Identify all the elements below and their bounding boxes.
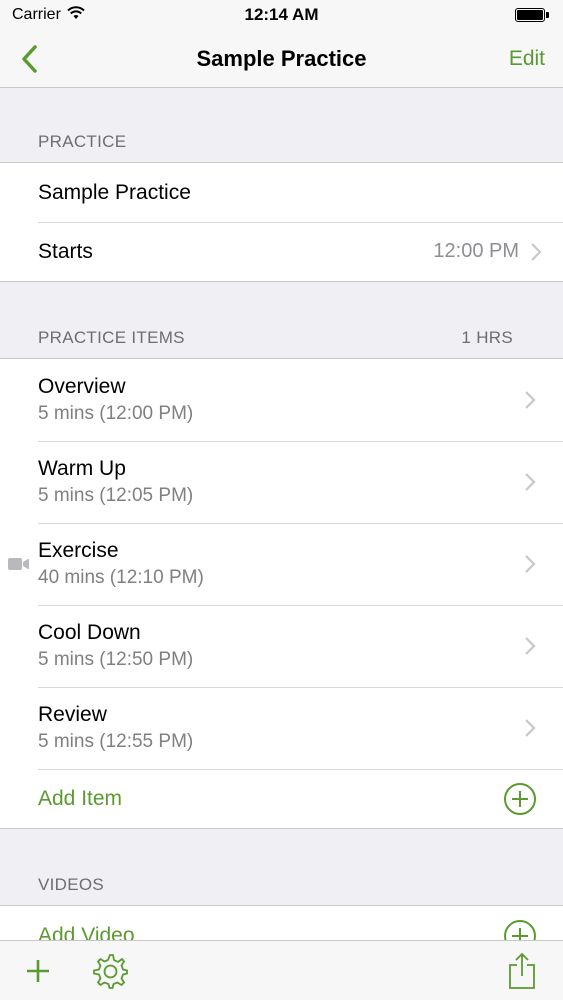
chevron-right-icon [525,719,536,737]
starts-row[interactable]: Starts 12:00 PM [0,222,563,281]
carrier-label: Carrier [12,6,61,23]
practice-item-title: Review [38,703,107,726]
settings-button[interactable] [90,951,130,991]
practice-item-text: Exercise 40 mins (12:10 PM) [38,539,204,589]
status-bar: Carrier 12:14 AM [0,0,563,30]
share-button[interactable] [502,951,542,991]
practice-item-text: Review 5 mins (12:55 PM) [38,703,193,753]
practice-item-detail: 5 mins (12:50 PM) [38,649,194,670]
chevron-right-icon [531,242,542,261]
section-header-practice: PRACTICE [0,88,563,162]
video-camera-icon [8,558,29,570]
practice-item-row[interactable]: Exercise 40 mins (12:10 PM) [0,523,563,605]
practice-item-title: Exercise [38,539,119,562]
practice-item-detail: 5 mins (12:00 PM) [38,403,194,424]
add-item-row[interactable]: Add Item [0,769,563,828]
practice-item-row[interactable]: Cool Down 5 mins (12:50 PM) [0,605,563,687]
back-chevron-icon [22,45,37,73]
practice-item-title: Overview [38,375,126,398]
practice-name-row[interactable]: Sample Practice [0,163,563,222]
page-title: Sample Practice [196,45,367,71]
section-header-label: VIDEOS [38,875,105,894]
chevron-right-icon [525,391,536,409]
practice-item-title: Warm Up [38,457,126,480]
gear-icon [93,954,128,989]
practice-item-row[interactable]: Warm Up 5 mins (12:05 PM) [0,441,563,523]
practice-item-row[interactable]: Review 5 mins (12:55 PM) [0,687,563,769]
practice-item-title: Cool Down [38,621,141,644]
practice-total-duration: 1 HRS [461,328,513,347]
content: PRACTICE Sample Practice Starts 12:00 PM… [0,88,563,966]
add-item-label: Add Item [38,786,123,810]
add-circle-icon[interactable] [503,782,537,816]
wifi-icon [67,5,85,25]
chevron-right-icon [525,473,536,491]
starts-value: 12:00 PM [433,240,519,262]
practice-group: Sample Practice Starts 12:00 PM [0,162,563,282]
practice-item-row[interactable]: Overview 5 mins (12:00 PM) [0,359,563,441]
practice-name: Sample Practice [38,180,191,204]
edit-button[interactable]: Edit [509,47,545,71]
chevron-right-icon [525,555,536,573]
plus-icon [27,960,49,982]
practice-item-detail: 5 mins (12:05 PM) [38,485,194,506]
battery-icon [515,8,549,22]
navigation-bar: Sample Practice Edit [0,30,563,88]
back-button[interactable] [14,42,44,76]
add-button[interactable] [18,951,58,991]
bottom-toolbar [0,940,563,1000]
practice-item-detail: 5 mins (12:55 PM) [38,731,194,752]
starts-value-wrap: 12:00 PM [433,240,543,263]
practice-item-text: Cool Down 5 mins (12:50 PM) [38,621,193,671]
chevron-right-icon [525,637,536,655]
section-header-label: PRACTICE [38,132,127,151]
section-header-label: PRACTICE ITEMS [38,328,185,347]
section-header-videos: VIDEOS [0,829,563,905]
section-header-practice-items: PRACTICE ITEMS 1 HRS [0,282,563,358]
practice-item-text: Warm Up 5 mins (12:05 PM) [38,457,193,507]
practice-item-detail: 40 mins (12:10 PM) [38,567,204,588]
starts-label: Starts [38,239,93,263]
status-left: Carrier [12,5,85,25]
practice-items-group: Overview 5 mins (12:00 PM) Warm Up 5 min… [0,358,563,829]
share-icon [509,952,535,989]
practice-item-text: Overview 5 mins (12:00 PM) [38,375,193,425]
